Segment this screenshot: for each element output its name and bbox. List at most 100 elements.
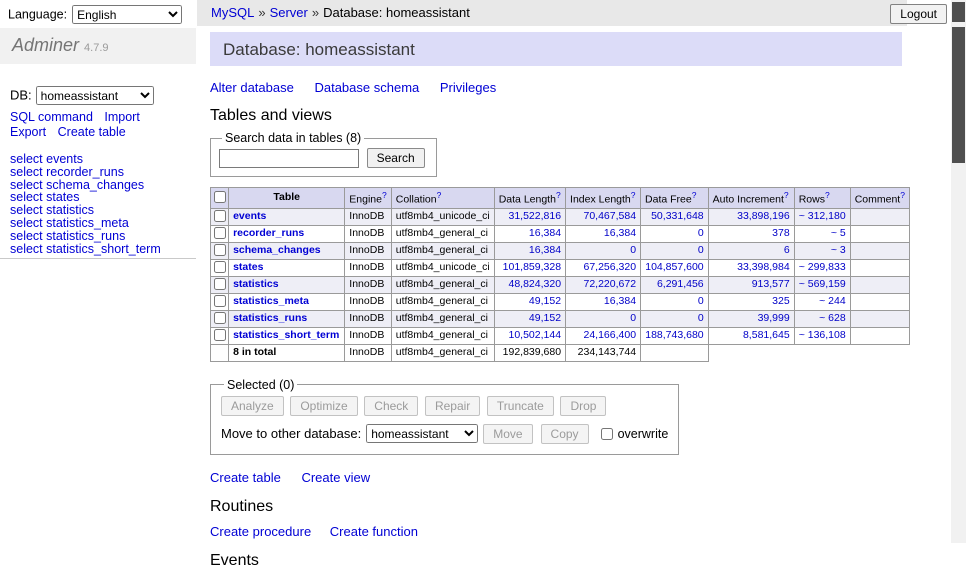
copy-button[interactable]: Copy — [541, 424, 589, 444]
alter-database-link[interactable]: Alter database — [210, 80, 294, 95]
index-length-link[interactable]: 0 — [630, 312, 636, 324]
sidebar-link-import[interactable]: Import — [104, 110, 139, 124]
table-link[interactable]: states — [233, 261, 263, 273]
sidebar-item-select-recorder-runs[interactable]: select recorder_runs — [10, 166, 161, 179]
auto-increment-link[interactable]: 913,577 — [752, 278, 790, 290]
help-link[interactable]: ? — [784, 190, 789, 200]
table-link[interactable]: statistics_short_term — [233, 329, 339, 341]
index-length-link[interactable]: 70,467,584 — [583, 210, 636, 222]
table-link[interactable]: recorder_runs — [233, 227, 304, 239]
data-free-link[interactable]: 0 — [698, 244, 704, 256]
sidebar-link-export[interactable]: Export — [10, 125, 46, 139]
row-checkbox[interactable] — [214, 278, 226, 290]
overwrite-checkbox[interactable] — [601, 428, 613, 440]
sidebar-item-select-statistics-short-term[interactable]: select statistics_short_term — [10, 243, 161, 256]
db-select[interactable]: homeassistant — [36, 86, 154, 105]
auto-increment-link[interactable]: 6 — [784, 244, 790, 256]
create-view-link[interactable]: Create view — [301, 470, 370, 485]
sidebar-item-select-events[interactable]: select events — [10, 153, 161, 166]
vertical-scrollbar[interactable] — [951, 0, 966, 543]
data-free-link[interactable]: 104,857,600 — [645, 261, 703, 273]
auto-increment-link[interactable]: 33,898,196 — [737, 210, 790, 222]
table-link[interactable]: statistics_meta — [233, 295, 309, 307]
move-database-select[interactable]: homeassistant — [366, 424, 478, 443]
scrollbar-up-button[interactable] — [952, 2, 965, 22]
auto-increment-link[interactable]: 325 — [772, 295, 790, 307]
create-table-link[interactable]: Create table — [210, 470, 281, 485]
create-function-link[interactable]: Create function — [330, 524, 418, 539]
help-link[interactable]: ? — [556, 190, 561, 200]
rows-count-link[interactable]: ~ 628 — [819, 312, 846, 324]
data-free-link[interactable]: 0 — [698, 312, 704, 324]
drop-button[interactable]: Drop — [560, 396, 606, 416]
data-length-link[interactable]: 48,824,320 — [508, 278, 561, 290]
sidebar-link-sql-command[interactable]: SQL command — [10, 110, 93, 124]
row-checkbox[interactable] — [214, 227, 226, 239]
row-checkbox[interactable] — [214, 295, 226, 307]
help-link[interactable]: ? — [825, 190, 830, 200]
privileges-link[interactable]: Privileges — [440, 80, 496, 95]
row-checkbox[interactable] — [214, 261, 226, 273]
move-button[interactable]: Move — [483, 424, 532, 444]
help-link[interactable]: ? — [631, 190, 636, 200]
table-link[interactable]: statistics_runs — [233, 312, 307, 324]
help-link[interactable]: ? — [900, 190, 905, 200]
database-schema-link[interactable]: Database schema — [314, 80, 419, 95]
rows-count-link[interactable]: ~ 136,108 — [799, 329, 846, 341]
data-length-link[interactable]: 16,384 — [529, 244, 561, 256]
scrollbar-thumb[interactable] — [952, 27, 965, 163]
data-free-link[interactable]: 50,331,648 — [651, 210, 704, 222]
data-length-link[interactable]: 31,522,816 — [508, 210, 561, 222]
row-checkbox[interactable] — [214, 210, 226, 222]
index-length-link[interactable]: 67,256,320 — [583, 261, 636, 273]
rows-count-link[interactable]: ~ 569,159 — [799, 278, 846, 290]
auto-increment-link[interactable]: 378 — [772, 227, 790, 239]
data-length-link[interactable]: 101,859,328 — [503, 261, 561, 273]
table-link[interactable]: statistics — [233, 278, 279, 290]
row-checkbox[interactable] — [214, 329, 226, 341]
data-length-link[interactable]: 49,152 — [529, 295, 561, 307]
select-all-checkbox[interactable] — [214, 191, 226, 203]
table-link[interactable]: schema_changes — [233, 244, 321, 256]
breadcrumb-server-link[interactable]: Server — [270, 5, 308, 20]
rows-count-link[interactable]: ~ 299,833 — [799, 261, 846, 273]
rows-count-link[interactable]: ~ 3 — [831, 244, 846, 256]
row-checkbox[interactable] — [214, 244, 226, 256]
table-link[interactable]: events — [233, 210, 266, 222]
row-checkbox[interactable] — [214, 312, 226, 324]
create-procedure-link[interactable]: Create procedure — [210, 524, 311, 539]
auto-increment-link[interactable]: 33,398,984 — [737, 261, 790, 273]
auto-increment-link[interactable]: 8,581,645 — [743, 329, 790, 341]
data-free-link[interactable]: 0 — [698, 227, 704, 239]
data-length-link[interactable]: 49,152 — [529, 312, 561, 324]
sidebar-item-select-statistics-runs[interactable]: select statistics_runs — [10, 230, 161, 243]
help-link[interactable]: ? — [692, 190, 697, 200]
index-length-link[interactable]: 16,384 — [604, 295, 636, 307]
language-select[interactable]: English — [72, 5, 182, 24]
search-button[interactable]: Search — [367, 148, 425, 168]
auto-increment-link[interactable]: 39,999 — [758, 312, 790, 324]
index-length-link[interactable]: 0 — [630, 244, 636, 256]
index-length-link[interactable]: 72,220,672 — [583, 278, 636, 290]
search-input[interactable] — [219, 149, 359, 168]
truncate-button[interactable]: Truncate — [487, 396, 554, 416]
logout-button[interactable]: Logout — [890, 4, 947, 24]
data-length-link[interactable]: 10,502,144 — [508, 329, 561, 341]
repair-button[interactable]: Repair — [425, 396, 480, 416]
analyze-button[interactable]: Analyze — [221, 396, 284, 416]
sidebar-item-select-statistics-meta[interactable]: select statistics_meta — [10, 217, 161, 230]
data-length-link[interactable]: 16,384 — [529, 227, 561, 239]
check-button[interactable]: Check — [364, 396, 418, 416]
breadcrumb-mysql-link[interactable]: MySQL — [211, 5, 254, 20]
data-free-link[interactable]: 6,291,456 — [657, 278, 704, 290]
rows-count-link[interactable]: ~ 5 — [831, 227, 846, 239]
help-link[interactable]: ? — [382, 190, 387, 200]
help-link[interactable]: ? — [437, 190, 442, 200]
rows-count-link[interactable]: ~ 244 — [819, 295, 846, 307]
optimize-button[interactable]: Optimize — [290, 396, 357, 416]
data-free-link[interactable]: 188,743,680 — [645, 329, 703, 341]
index-length-link[interactable]: 16,384 — [604, 227, 636, 239]
sidebar-link-create-table[interactable]: Create table — [58, 125, 126, 139]
index-length-link[interactable]: 24,166,400 — [583, 329, 636, 341]
data-free-link[interactable]: 0 — [698, 295, 704, 307]
